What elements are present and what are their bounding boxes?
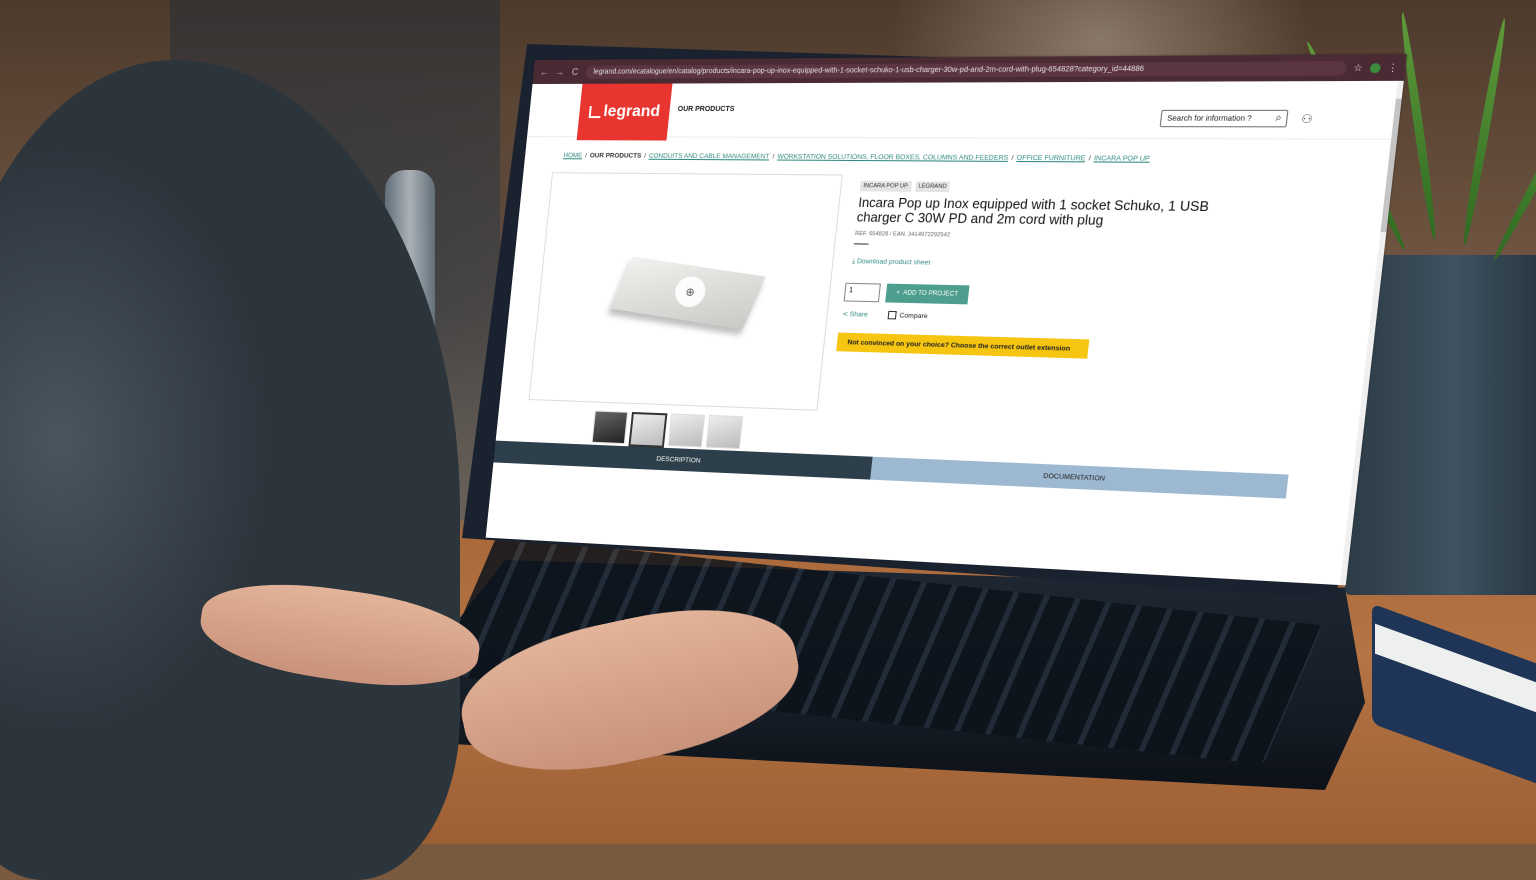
- breadcrumb-conduits[interactable]: CONDUITS AND CABLE MANAGEMENT: [649, 153, 770, 161]
- reload-icon[interactable]: C: [570, 67, 581, 77]
- bookmark-star-icon[interactable]: ☆: [1353, 62, 1364, 74]
- laptop-screen: ← → C legrand.com/ecatalogue/en/catalog/…: [485, 54, 1407, 586]
- compare-label: Compare: [899, 311, 928, 320]
- address-bar[interactable]: legrand.com/ecatalogue/en/catalog/produc…: [584, 60, 1348, 79]
- breadcrumb-our-products: OUR PRODUCTS: [589, 152, 642, 160]
- breadcrumb-office-furniture[interactable]: OFFICE FURNITURE: [1016, 155, 1086, 163]
- logo-text: legrand: [602, 102, 661, 121]
- download-product-sheet[interactable]: ⤓ Download product sheet: [852, 258, 931, 268]
- product-gallery: ⊕: [528, 172, 843, 411]
- ean-number: EAN. 3414972292542: [892, 231, 951, 239]
- back-icon[interactable]: ←: [539, 67, 550, 77]
- breadcrumb: HOME / OUR PRODUCTS / CONDUITS AND CABLE MAN…: [563, 152, 1151, 163]
- product-ref: REF. 654828 / EAN. 3414972292542: [854, 230, 951, 239]
- breadcrumb-workstation[interactable]: WORKSTATION SOLUTIONS, FLOOR BOXES, COLU…: [777, 153, 1009, 162]
- site-header: legrand OUR PRODUCTS Search for informat…: [527, 80, 1404, 141]
- browser-toolbar: ← → C legrand.com/ecatalogue/en/catalog/…: [532, 54, 1407, 85]
- thumbnail[interactable]: [667, 413, 706, 448]
- share-button[interactable]: ≺ Share: [842, 310, 868, 319]
- add-to-project-label: ADD TO PROJECT: [902, 290, 959, 298]
- outlet-extension-banner[interactable]: Not convinced on your choice? Choose the…: [836, 332, 1090, 359]
- product-tabs: DESCRIPTION DOCUMENTATION: [493, 440, 1289, 499]
- tag-incara[interactable]: INCARA POP UP: [859, 180, 912, 192]
- share-label: Share: [849, 310, 869, 319]
- breadcrumb-incara[interactable]: INCARA POP UP: [1094, 155, 1151, 163]
- thumbnail[interactable]: [705, 414, 744, 449]
- ref-number: REF. 654828: [854, 230, 889, 238]
- logo-mark-icon: [588, 105, 602, 119]
- nav-our-products[interactable]: OUR PRODUCTS: [677, 106, 734, 113]
- product-title: Incara Pop up Inox equipped with 1 socke…: [856, 195, 1210, 229]
- add-to-project-button[interactable]: + ADD TO PROJECT: [885, 283, 970, 305]
- quantity-input[interactable]: 1: [843, 282, 881, 303]
- checkbox-icon[interactable]: [887, 310, 897, 320]
- thumbnail-active[interactable]: [628, 411, 668, 448]
- download-label: Download product sheet: [856, 257, 931, 267]
- forward-icon[interactable]: →: [554, 67, 565, 77]
- legrand-logo[interactable]: legrand: [576, 83, 673, 141]
- divider: [853, 243, 869, 245]
- extension-icon[interactable]: [1369, 62, 1382, 73]
- search-icon[interactable]: ⌕: [1275, 112, 1283, 124]
- user-account-icon[interactable]: ⚇: [1300, 112, 1313, 126]
- breadcrumb-home[interactable]: HOME: [563, 152, 583, 159]
- search-placeholder: Search for information ?: [1166, 114, 1253, 123]
- product-tags: INCARA POP UP LEGRAND: [859, 180, 951, 193]
- tab-documentation[interactable]: DOCUMENTATION: [870, 456, 1289, 499]
- thumbnail[interactable]: [591, 410, 629, 445]
- browser-menu-icon[interactable]: ⋮: [1387, 61, 1399, 73]
- tag-legrand[interactable]: LEGRAND: [914, 181, 951, 193]
- search-input[interactable]: Search for information ? ⌕: [1159, 109, 1289, 128]
- compare-checkbox[interactable]: Compare: [887, 310, 929, 320]
